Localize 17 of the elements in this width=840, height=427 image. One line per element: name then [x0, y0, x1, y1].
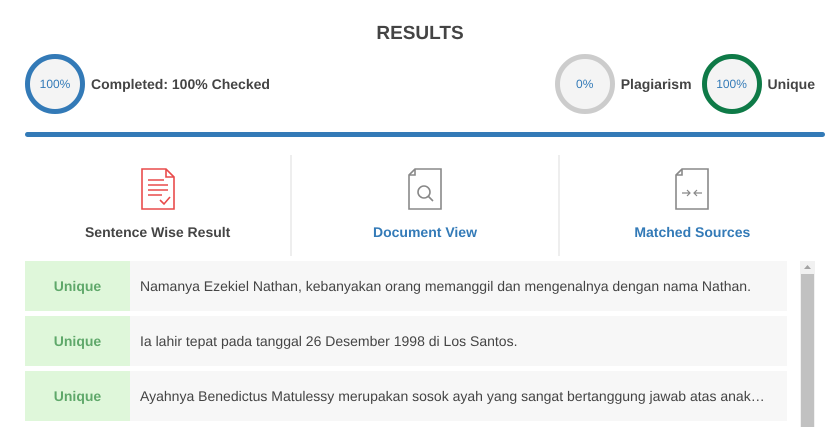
status-cell: Unique: [25, 261, 130, 311]
status-cell: Unique: [25, 371, 130, 421]
scrollbar[interactable]: [800, 261, 815, 427]
view-tab[interactable]: Matched Sources: [634, 222, 750, 243]
sentence-cell: Ayahnya Benedictus Matulessy merupakan sosok ayah yang sangat bertanggung jawab atas anak…: [130, 371, 787, 421]
document-check-icon: [140, 168, 176, 210]
stat-label: Unique: [768, 74, 815, 94]
view-tab[interactable]: Sentence Wise Result: [84, 222, 230, 243]
document-search-icon: [406, 168, 443, 210]
view-tab[interactable]: Document View: [372, 222, 477, 243]
stat-label: Completed: 100% Checked: [91, 74, 270, 94]
status-cell: Unique: [25, 316, 130, 366]
results-title: RESULTS: [376, 22, 464, 46]
document-compare-icon: [674, 168, 710, 210]
sentence-cell: Ia lahir tepat pada tanggal 26 Desember 1998 di Los Santos.: [130, 316, 787, 366]
stat-label: Plagiarism: [620, 74, 692, 94]
sentence-cell: Namanya Ezekiel Nathan, kebanyakan orang memanggil dan mengenalnya dengan nama Nathan.: [130, 261, 787, 311]
